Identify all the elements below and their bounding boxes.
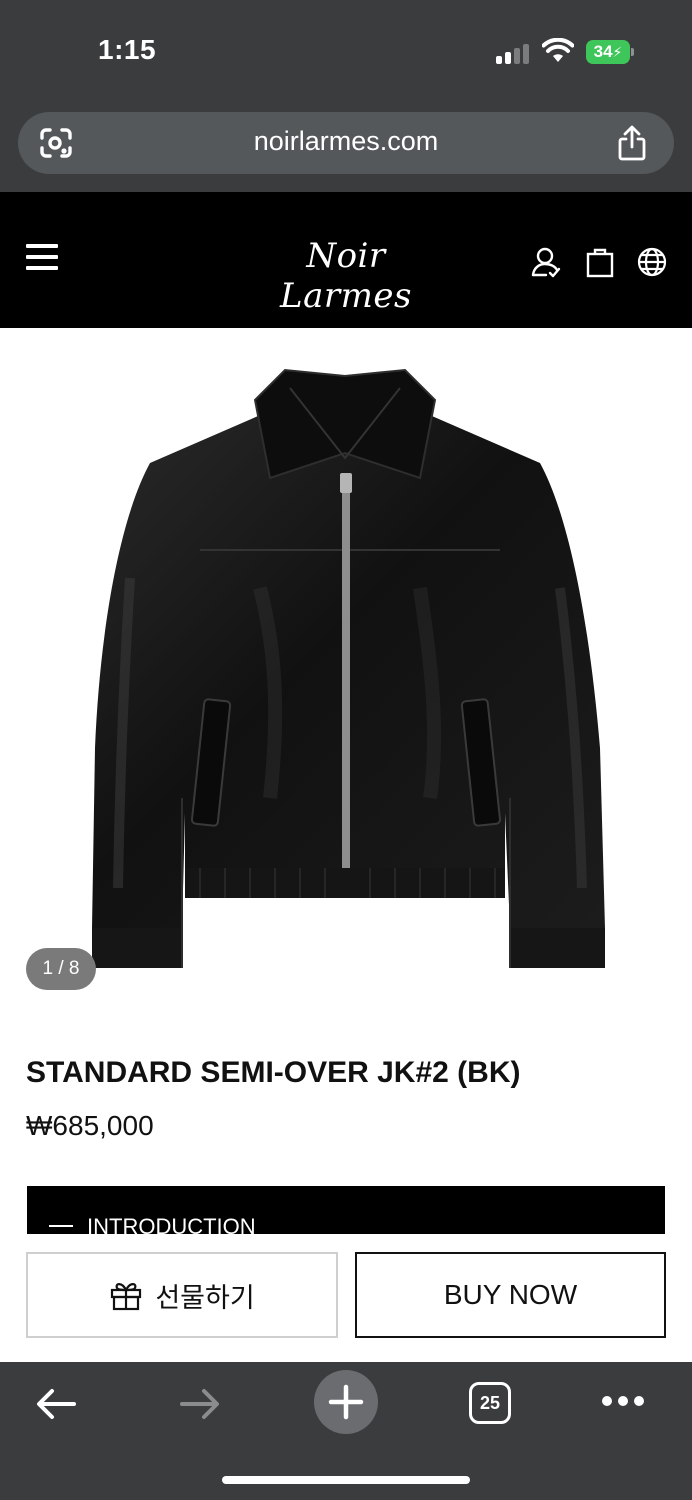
cellular-signal-icon [496, 42, 532, 64]
url-text[interactable]: noirlarmes.com [18, 126, 674, 157]
site-logo[interactable]: Noir Larmes [236, 236, 456, 316]
product-image[interactable] [0, 328, 692, 1008]
globe-icon[interactable] [636, 246, 668, 278]
browser-bottom-toolbar: 25 [0, 1362, 692, 1500]
account-icon[interactable] [530, 246, 562, 278]
battery-indicator: 34⚡ [586, 40, 634, 64]
buy-now-button[interactable]: BUY NOW [355, 1252, 666, 1338]
image-counter-badge: 1 / 8 [26, 948, 96, 990]
forward-arrow-icon [180, 1389, 219, 1419]
more-icon[interactable] [600, 1388, 646, 1416]
wifi-icon [542, 38, 574, 62]
plus-icon [328, 1384, 364, 1420]
gift-button-label: 선물하기 [155, 1282, 255, 1313]
address-bar[interactable]: noirlarmes.com [18, 112, 674, 174]
new-tab-button[interactable] [314, 1370, 378, 1434]
browser-top-bar: 1:15 34⚡ noirlarmes.com [0, 0, 692, 192]
product-price: ₩685,000 [26, 1110, 154, 1141]
gift-button[interactable]: 선물하기 [26, 1252, 338, 1338]
share-icon[interactable] [616, 124, 648, 162]
status-time: 1:15 [98, 34, 157, 65]
battery-level: 34 [593, 42, 613, 61]
site-header: Noir Larmes [0, 192, 692, 328]
gift-icon [111, 1283, 142, 1311]
back-arrow-icon[interactable] [32, 1380, 80, 1428]
purchase-action-bar: 선물하기 BUY NOW [0, 1234, 692, 1362]
collapse-dash-icon [49, 1225, 73, 1227]
bag-icon[interactable] [584, 246, 616, 278]
tabs-icon[interactable]: 25 [469, 1382, 511, 1424]
product-title: STANDARD SEMI-OVER JK#2 (BK) [26, 1056, 521, 1089]
menu-icon[interactable] [26, 244, 60, 272]
home-indicator [222, 1476, 470, 1484]
